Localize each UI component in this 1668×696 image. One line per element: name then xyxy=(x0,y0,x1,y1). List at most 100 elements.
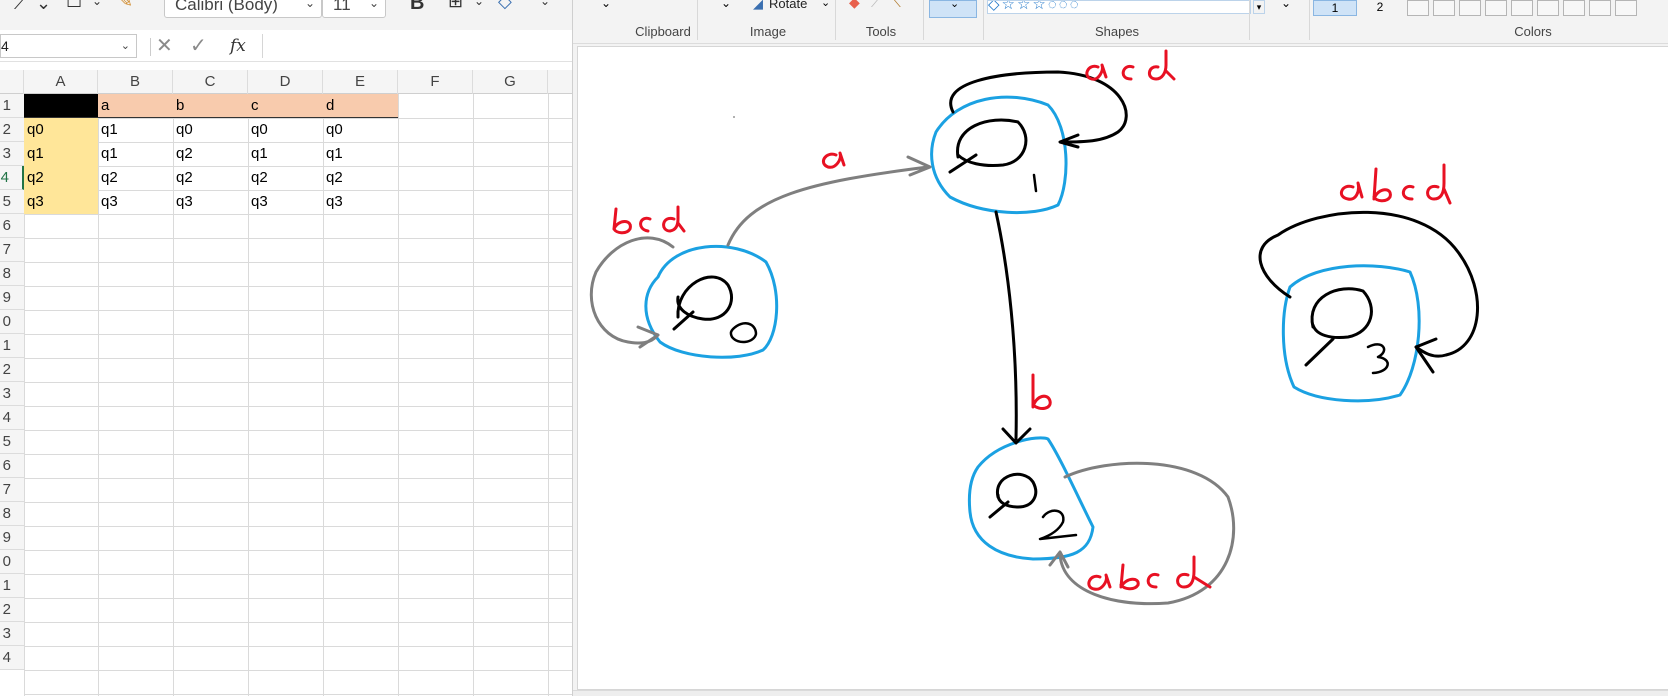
table-cell[interactable]: q3 xyxy=(98,190,173,214)
color-swatch[interactable] xyxy=(1459,0,1481,16)
select-all-corner[interactable] xyxy=(0,70,24,94)
color-swatch[interactable] xyxy=(1589,0,1611,16)
row-header[interactable]: 1 xyxy=(0,334,24,358)
table-cell[interactable]: q1 xyxy=(24,142,98,166)
row-header[interactable]: 2 xyxy=(0,118,24,142)
formula-input[interactable] xyxy=(262,34,572,58)
drawing-canvas[interactable] xyxy=(577,46,1668,690)
row-header[interactable]: 2 xyxy=(0,598,24,622)
shapes-gallery[interactable]: ◇☆☆☆◌◌◌ xyxy=(987,0,1251,14)
row-header[interactable]: 4 xyxy=(0,406,24,430)
row-header[interactable]: 9 xyxy=(0,526,24,550)
row-header[interactable]: 3 xyxy=(0,622,24,646)
color-swatch[interactable] xyxy=(1511,0,1533,16)
row-header[interactable]: 8 xyxy=(0,502,24,526)
chevron-down-icon[interactable]: ⌄ xyxy=(474,0,484,10)
row-header[interactable]: 7 xyxy=(0,238,24,262)
chevron-down-icon[interactable]: ⌄ xyxy=(821,0,830,9)
column-header-g[interactable]: G xyxy=(473,70,548,94)
table-cell[interactable]: q2 xyxy=(173,166,248,190)
table-cell[interactable]: q0 xyxy=(173,118,248,142)
table-header-cell[interactable]: c xyxy=(248,94,323,118)
table-header-cell[interactable]: a xyxy=(98,94,173,118)
brush-select-button[interactable]: ⌄ xyxy=(929,0,977,18)
table-cell[interactable]: q3 xyxy=(248,190,323,214)
insert-function-icon[interactable]: fx xyxy=(230,35,246,57)
column-header-b[interactable]: B xyxy=(98,70,173,94)
size-option-2[interactable]: 2 xyxy=(1365,0,1395,16)
row-header[interactable]: 7 xyxy=(0,478,24,502)
row-header[interactable]: 4 xyxy=(0,646,24,670)
chevron-down-icon[interactable]: ⌄ xyxy=(1281,0,1291,10)
row-header[interactable]: 1 xyxy=(0,94,24,118)
row-header[interactable]: 6 xyxy=(0,454,24,478)
table-header-cell[interactable]: b xyxy=(173,94,248,118)
size-option-1[interactable]: 1 xyxy=(1313,0,1357,16)
format-painter-icon[interactable]: ✎ xyxy=(118,0,133,10)
table-cell[interactable]: q2 xyxy=(173,142,248,166)
row-header[interactable]: 1 xyxy=(0,574,24,598)
name-box[interactable]: 4 ⌄ xyxy=(0,34,137,58)
color-swatch[interactable] xyxy=(1615,0,1637,16)
color-swatch[interactable] xyxy=(1485,0,1507,16)
row-header[interactable]: 5 xyxy=(0,190,24,214)
row-header[interactable]: 9 xyxy=(0,286,24,310)
enter-icon[interactable]: ✓ xyxy=(190,35,207,57)
row-header[interactable]: 0 xyxy=(0,550,24,574)
table-cell[interactable]: q3 xyxy=(173,190,248,214)
border-icon[interactable]: ☐ xyxy=(66,0,82,10)
table-cell[interactable]: q1 xyxy=(98,142,173,166)
cell-grid[interactable]: a b c d q0 q1 q0 q0 q0 q1 q1 q2 q1 q1 q2 q2 q2 q2 q2 q3 q3 q3… xyxy=(24,94,572,696)
color-swatch[interactable] xyxy=(1433,0,1455,16)
table-header-cell[interactable] xyxy=(24,94,98,118)
row-header[interactable]: 0 xyxy=(0,310,24,334)
column-header-c[interactable]: C xyxy=(173,70,248,94)
cancel-icon[interactable]: ✕ xyxy=(156,35,173,57)
table-cell[interactable]: q1 xyxy=(323,142,398,166)
row-header[interactable]: 3 xyxy=(0,382,24,406)
table-cell[interactable]: q2 xyxy=(248,166,323,190)
table-cell[interactable]: q1 xyxy=(248,142,323,166)
column-header-f[interactable]: F xyxy=(398,70,473,94)
eraser-icon[interactable]: ◆ xyxy=(849,0,860,11)
color-swatch[interactable] xyxy=(1563,0,1585,16)
column-header-d[interactable]: D xyxy=(248,70,323,94)
rotate-button[interactable]: Rotate xyxy=(769,0,807,11)
color-swatch[interactable] xyxy=(1537,0,1559,16)
table-header-cell[interactable]: d xyxy=(323,94,398,118)
table-cell[interactable]: q2 xyxy=(24,166,98,190)
table-cell[interactable]: q1 xyxy=(98,118,173,142)
chevron-down-icon[interactable]: ⌄ xyxy=(721,0,731,10)
rotate-icon[interactable]: ◢ xyxy=(753,0,763,12)
pen-icon[interactable]: ⟋ xyxy=(14,0,27,12)
row-header[interactable]: 8 xyxy=(0,262,24,286)
chevron-down-icon[interactable]: ⌄ xyxy=(92,0,102,10)
table-cell[interactable]: q0 xyxy=(248,118,323,142)
borders-icon[interactable]: ⊞ xyxy=(448,0,463,10)
chevron-down-icon[interactable]: ▾ xyxy=(1253,0,1265,14)
chevron-down-icon[interactable]: ⌄ xyxy=(540,0,550,10)
table-cell[interactable]: q0 xyxy=(24,118,98,142)
magnifier-icon[interactable]: ⟍ xyxy=(891,0,901,11)
table-cell[interactable]: q2 xyxy=(323,166,398,190)
row-header[interactable]: 2 xyxy=(0,358,24,382)
table-cell[interactable]: q2 xyxy=(98,166,173,190)
color-swatch[interactable] xyxy=(1407,0,1429,16)
row-header[interactable]: 3 xyxy=(0,142,24,166)
automaton-drawing xyxy=(589,49,1479,606)
row-header[interactable]: 5 xyxy=(0,430,24,454)
chevron-down-icon[interactable]: ⌄ xyxy=(36,0,51,12)
row-header[interactable]: 4 xyxy=(0,166,24,190)
chevron-down-icon[interactable]: ⌄ xyxy=(601,0,611,10)
table-cell[interactable]: q0 xyxy=(323,118,398,142)
table-cell[interactable]: q3 xyxy=(323,190,398,214)
column-header-a[interactable]: A xyxy=(24,70,98,94)
color-picker-icon[interactable]: ⟋ xyxy=(871,0,881,11)
fill-color-icon[interactable]: ◇ xyxy=(498,0,512,10)
table-cell[interactable]: q3 xyxy=(24,190,98,214)
row-header[interactable]: 6 xyxy=(0,214,24,238)
font-name-select[interactable]: Calibri (Body) ⌄ xyxy=(164,0,322,18)
bold-icon[interactable]: B xyxy=(410,0,424,13)
column-header-e[interactable]: E xyxy=(323,70,398,94)
font-size-select[interactable]: 11 ⌄ xyxy=(322,0,386,18)
